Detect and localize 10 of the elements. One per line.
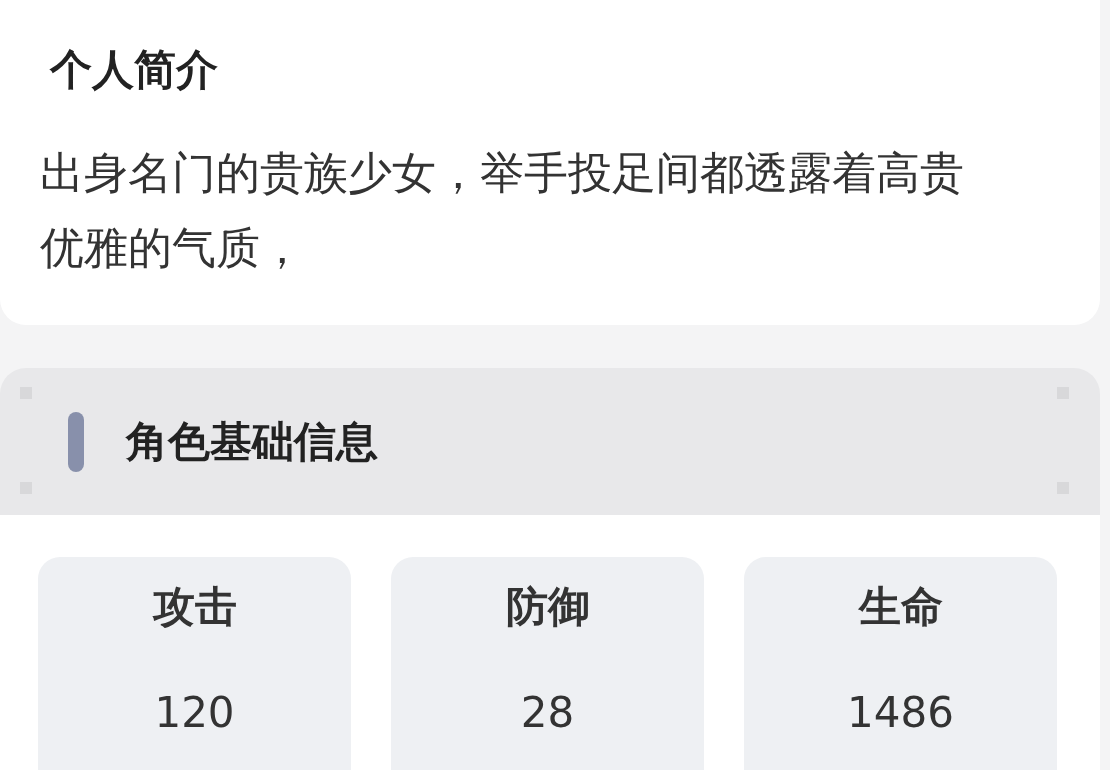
- intro-text: 出身名门的贵族少女，举手投足间都透露着高贵优雅的气质，: [40, 146, 965, 275]
- stat-label: 防御: [505, 581, 590, 633]
- section-title: 角色基础信息: [126, 415, 378, 468]
- stat-label: 攻击: [152, 581, 237, 633]
- stat-value: 120: [154, 687, 235, 739]
- stat-value: 1486: [847, 687, 954, 739]
- stat-label: 生命: [858, 581, 943, 633]
- stat-value: 28: [520, 687, 575, 739]
- accent-bar: [68, 411, 84, 472]
- intro-title: 个人简介: [50, 44, 218, 96]
